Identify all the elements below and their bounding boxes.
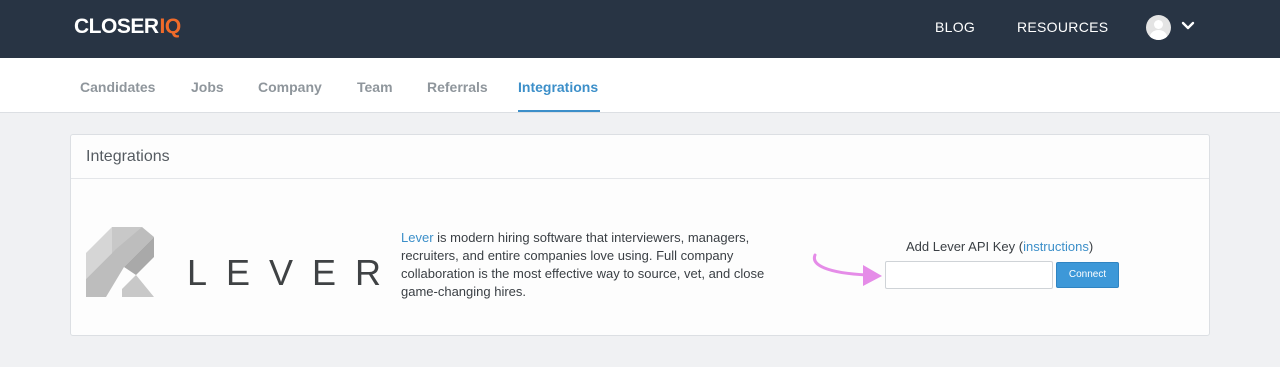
avatar-body xyxy=(1150,30,1167,40)
tab-company[interactable]: Company xyxy=(258,79,322,95)
chevron-down-icon[interactable] xyxy=(1181,19,1195,33)
active-tab-indicator xyxy=(518,110,600,112)
arrow-pointer-icon xyxy=(812,253,882,286)
lever-logo-icon xyxy=(86,227,154,297)
top-bar: CLOSERIQ BLOG RESOURCES xyxy=(0,0,1280,58)
description-text: is modern hiring software that interview… xyxy=(401,230,765,299)
closeriq-logo[interactable]: CLOSERIQ xyxy=(74,15,181,39)
instructions-link[interactable]: instructions xyxy=(1023,239,1089,254)
logo-main-text: CLOSER xyxy=(74,15,159,38)
integration-description: Lever is modern hiring software that int… xyxy=(401,229,781,301)
avatar[interactable] xyxy=(1146,15,1171,40)
tab-team[interactable]: Team xyxy=(357,79,393,95)
tab-jobs[interactable]: Jobs xyxy=(191,79,224,95)
logo-accent-text: IQ xyxy=(159,15,182,38)
integrations-panel: Integrations LEVER Lever is modern hirin… xyxy=(70,134,1210,336)
tab-candidates[interactable]: Candidates xyxy=(80,79,155,95)
nav-link-blog[interactable]: BLOG xyxy=(935,19,975,35)
api-key-input[interactable] xyxy=(885,261,1053,289)
api-key-label-text: Add Lever API Key ( xyxy=(906,239,1024,254)
tab-referrals[interactable]: Referrals xyxy=(427,79,488,95)
lever-wordmark: LEVER xyxy=(187,252,401,293)
lever-link[interactable]: Lever xyxy=(401,230,434,245)
panel-title: Integrations xyxy=(86,148,170,165)
tab-integrations[interactable]: Integrations xyxy=(518,79,598,95)
api-key-label: Add Lever API Key (instructions) xyxy=(906,239,1093,254)
nav-link-resources[interactable]: RESOURCES xyxy=(1017,19,1108,35)
connect-button[interactable]: Connect xyxy=(1056,262,1119,288)
panel-header: Integrations xyxy=(71,135,1209,179)
api-key-label-close: ) xyxy=(1088,239,1094,254)
sub-navigation: Candidates Jobs Company Team Referrals I… xyxy=(0,58,1280,113)
avatar-head xyxy=(1154,20,1163,29)
